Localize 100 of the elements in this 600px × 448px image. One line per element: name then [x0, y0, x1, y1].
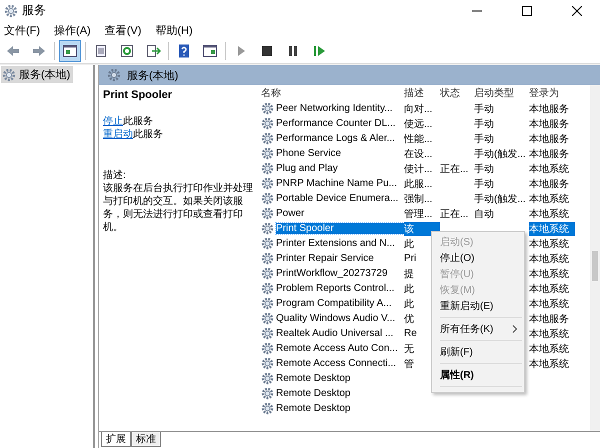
gear-icon [261, 387, 274, 400]
gear-icon [261, 222, 274, 235]
gear-icon [261, 402, 274, 415]
gear-icon [261, 117, 274, 130]
column-header[interactable]: 启动类型 [474, 86, 529, 100]
gear-icon [261, 372, 274, 385]
gear-icon [261, 132, 274, 145]
table-cell[interactable]: Peer Networking Identity... [276, 103, 404, 114]
gear-icon [4, 4, 18, 18]
table-cell[interactable]: Printer Extensions and N... [276, 238, 404, 249]
table-cell: 强制... [404, 194, 432, 204]
table-cell: Re [404, 328, 417, 339]
table-cell: 此 [404, 284, 414, 294]
table-cell: 本地系统 [529, 238, 569, 250]
table-cell: 手动(触发... [474, 194, 526, 204]
table-cell: 本地系统 [529, 254, 569, 264]
action-text: 重启动此服务 [103, 128, 164, 141]
menu-item[interactable]: 刷新(F) [432, 344, 524, 360]
action-text: 停止此服务 [103, 115, 154, 128]
view-tab[interactable]: 扩展 [101, 432, 131, 447]
table-cell: 优 [404, 314, 414, 324]
gear-icon [261, 267, 274, 280]
table-cell: 本地系统 [529, 358, 569, 370]
table-cell[interactable]: Remote Access Connecti... [276, 358, 404, 369]
table-cell: 手动 [474, 134, 494, 144]
menu-item[interactable]: 重新启动(E) [432, 298, 524, 314]
table-cell: 正在... [440, 164, 468, 174]
table-cell[interactable]: Problem Reports Control... [276, 283, 404, 294]
menu-item[interactable]: 查看(V) [104, 22, 142, 38]
table-cell: 本地服务 [529, 148, 569, 160]
menu-item[interactable]: 属性(R) [432, 367, 524, 383]
table-cell: 手动 [474, 164, 494, 174]
menu-item[interactable]: 操作(A) [54, 22, 91, 38]
table-cell: 管理... [404, 208, 432, 220]
column-header[interactable]: 状态 [440, 86, 474, 100]
action-link[interactable]: 重启动 [103, 129, 133, 140]
menu-item[interactable]: 所有任务(K) [432, 321, 524, 337]
column-header[interactable]: 描述 [404, 86, 440, 100]
table-cell[interactable]: Performance Logs & Aler... [276, 133, 404, 144]
tree-pane-icon[interactable] [59, 40, 81, 62]
table-cell: 管 [404, 358, 414, 370]
table-cell[interactable]: PrintWorkflow_20273729 [276, 268, 404, 279]
table-cell: 在设... [404, 148, 432, 160]
table-cell[interactable]: Performance Counter DL... [276, 118, 404, 129]
table-cell[interactable]: Quality Windows Audio V... [276, 313, 404, 324]
table-cell[interactable]: Remote Desktop [276, 373, 404, 384]
gear-icon [261, 192, 274, 205]
gear-icon [261, 297, 274, 310]
gear-icon [107, 68, 121, 82]
window-title: 服务 [22, 2, 46, 19]
gear-icon [261, 282, 274, 295]
view-tab[interactable]: 标准 [131, 432, 161, 447]
table-cell[interactable]: Portable Device Enumera... [276, 193, 404, 204]
gear-icon [2, 68, 16, 82]
table-cell[interactable]: Plug and Play [276, 163, 404, 174]
table-cell: 本地服务 [529, 134, 569, 144]
column-header[interactable]: 登录为 [529, 86, 575, 100]
table-cell: 本地系统 [529, 194, 569, 204]
table-cell: 正在... [440, 208, 468, 220]
column-header[interactable]: 名称 [261, 86, 404, 100]
table-cell: 本地系统 [529, 268, 569, 280]
table-cell[interactable]: Remote Desktop [276, 403, 404, 414]
table-cell: 手动 [474, 104, 494, 114]
table-cell[interactable]: Printer Repair Service [276, 253, 404, 264]
table-cell: 此服... [404, 178, 432, 190]
table-cell[interactable]: Remote Access Auto Con... [276, 343, 404, 354]
action-link[interactable]: 停止 [103, 116, 123, 127]
table-cell: 本地系统 [529, 328, 569, 340]
scrollbar[interactable] [590, 85, 600, 431]
table-cell: 性能... [404, 134, 432, 144]
maximize-icon[interactable] [522, 6, 532, 16]
table-cell: 该 [404, 224, 414, 234]
table-cell: 自动 [474, 208, 494, 220]
gear-icon [261, 207, 274, 220]
table-cell[interactable]: Phone Service [276, 148, 404, 159]
table-cell[interactable]: Print Spooler [276, 223, 404, 234]
table-cell[interactable]: Realtek Audio Universal ... [276, 328, 404, 339]
close-icon[interactable] [572, 6, 582, 16]
table-cell: 本地系统 [529, 164, 569, 174]
table-cell: 此 [404, 238, 414, 250]
menu-item[interactable]: 文件(F) [4, 22, 40, 38]
tree-item[interactable]: 服务(本地) [1, 66, 74, 83]
gear-icon [261, 312, 274, 325]
table-cell: 本地系统 [529, 224, 569, 234]
table-cell: 手动 [474, 118, 494, 130]
gear-icon [261, 147, 274, 160]
menu-item[interactable]: 帮助(H) [155, 22, 193, 38]
table-cell: 手动(触发... [474, 148, 526, 160]
table-cell[interactable]: Power [276, 208, 404, 219]
table-cell: 本地服务 [529, 178, 569, 190]
table-cell[interactable]: Program Compatibility A... [276, 298, 404, 309]
table-cell: 使计... [404, 164, 432, 174]
gear-icon [261, 327, 274, 340]
table-cell: 本地服务 [529, 104, 569, 114]
table-cell: 本地系统 [529, 284, 569, 294]
table-cell: 本地系统 [529, 208, 569, 220]
table-cell: 本地服务 [529, 118, 569, 130]
menu-item[interactable]: 停止(O) [432, 250, 524, 266]
table-cell[interactable]: Remote Desktop [276, 388, 404, 399]
table-cell[interactable]: PNRP Machine Name Pu... [276, 178, 404, 189]
